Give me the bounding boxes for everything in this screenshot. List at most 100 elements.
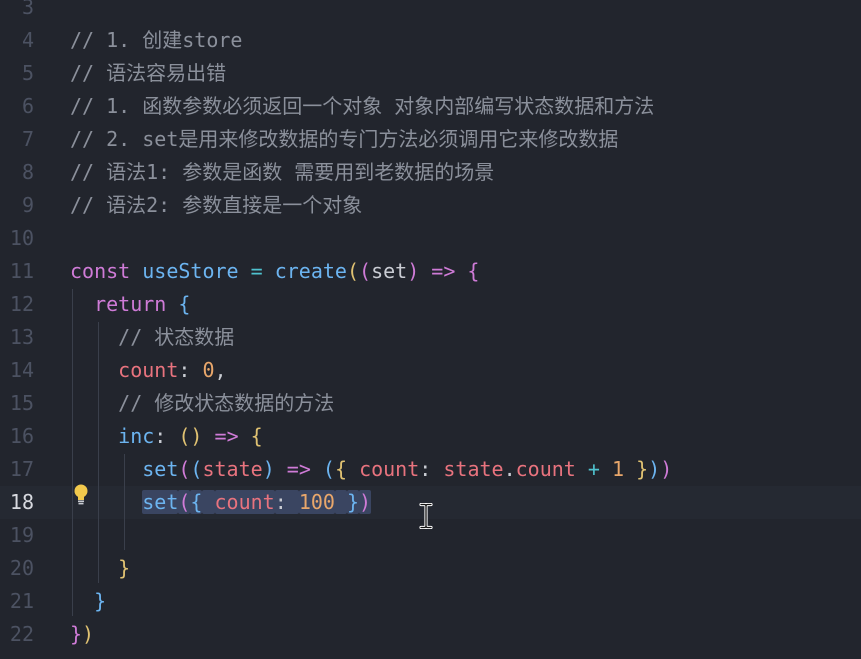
code-text[interactable]: // 语法1: 参数是函数 需要用到老数据的场景 [70,156,494,189]
code-line[interactable]: 7 // 2. set是用来修改数据的专门方法必须调用它来修改数据 [0,123,861,156]
indent-guide [72,289,73,616]
text-cursor-icon [419,503,433,529]
code-token: } [118,556,131,580]
code-token: ( [178,457,191,481]
code-token: } [347,490,360,514]
code-token: : [154,424,179,448]
code-line[interactable]: 16 inc: () => { [0,420,861,453]
line-number: 21 [9,589,34,613]
code-text[interactable]: // 修改状态数据的方法 [70,387,334,420]
code-text[interactable]: }) [70,618,94,651]
code-text[interactable]: // 1. 创建store [70,24,242,57]
code-text[interactable]: const useStore = create((set) => { [70,255,479,288]
code-line[interactable]: 11 const useStore = create((set) => { [0,255,861,288]
line-number: 5 [21,61,34,85]
code-text[interactable]: } [70,585,106,618]
code-token: 100 [298,490,335,514]
code-text[interactable]: return { [70,288,190,321]
lightbulb-icon[interactable] [73,484,89,506]
code-token: count [214,490,275,514]
line-number: 9 [21,193,34,217]
code-token: : [419,457,444,481]
code-token: 0 [202,358,215,382]
code-text[interactable]: // 语法2: 参数直接是一个对象 [70,189,362,222]
code-line[interactable]: 17 set((state) => ({ count: state.count … [0,453,861,486]
line-number: 11 [9,259,34,283]
code-line[interactable]: 8 // 语法1: 参数是函数 需要用到老数据的场景 [0,156,861,189]
code-text[interactable]: // 状态数据 [70,321,234,354]
code-line[interactable]: 6 // 1. 函数参数必须返回一个对象 对象内部编写状态数据和方法 [0,90,861,123]
code-text[interactable]: count: 0, [70,354,226,387]
code-token: create [274,259,347,283]
code-token: { [178,292,191,316]
code-line[interactable]: 21 } [0,585,861,618]
code-line[interactable]: 20 } [0,552,861,585]
code-token: // 状态数据 [118,325,235,349]
code-token: ) [359,490,372,514]
code-token: ) [660,457,673,481]
line-number: 3 [21,0,34,19]
code-token: // 1. 创建store [70,28,243,52]
code-token: : [178,358,203,382]
code-line[interactable]: 9 // 语法2: 参数直接是一个对象 [0,189,861,222]
code-text[interactable]: // 语法容易出错 [70,57,226,90]
line-number: 20 [9,556,34,580]
code-token: ( [359,259,372,283]
code-token [334,490,347,514]
line-number: 8 [21,160,34,184]
code-token: => [214,424,239,448]
code-token: // 1. 函数参数必须返回一个对象 对象内部编写状态数据和方法 [70,94,655,118]
code-token [202,490,215,514]
code-line[interactable]: 12 return { [0,288,861,321]
code-token: state [443,457,504,481]
code-line[interactable]: 13 // 状态数据 [0,321,861,354]
code-token: ( [190,457,203,481]
code-line[interactable]: 10 [0,222,861,255]
indent-guide [124,454,125,550]
code-text[interactable]: // 1. 函数参数必须返回一个对象 对象内部编写状态数据和方法 [70,90,654,123]
indent-guide [98,322,99,583]
code-text[interactable]: set({ count: 100 }) [70,486,372,519]
code-token: 1 [612,457,625,481]
code-token: ( [322,457,335,481]
code-line[interactable]: 14 count: 0, [0,354,861,387]
code-token: ) [82,622,95,646]
code-text[interactable]: } [70,552,130,585]
code-token: { [334,457,348,481]
code-text[interactable]: set((state) => ({ count: state.count + 1… [70,453,672,486]
line-number: 22 [9,622,34,646]
code-line[interactable]: 3 [0,0,861,24]
code-token: { [190,490,203,514]
code-line[interactable]: 5 // 语法容易出错 [0,57,861,90]
line-number: 13 [9,325,34,349]
line-number: 10 [9,226,34,250]
code-line[interactable]: 15 // 修改状态数据的方法 [0,387,861,420]
code-text[interactable]: // 2. set是用来修改数据的专门方法必须调用它来修改数据 [70,123,618,156]
code-token: // 2. set是用来修改数据的专门方法必须调用它来修改数据 [70,127,619,151]
line-number: 4 [21,28,34,52]
code-token: set [371,259,408,283]
code-token: => [431,259,456,283]
code-token: return [94,292,167,316]
code-line[interactable]: 22}) [0,618,861,651]
code-token: // 语法2: 参数直接是一个对象 [70,193,363,217]
code-token: ) [262,457,275,481]
code-token: state [202,457,263,481]
code-line[interactable]: 4 // 1. 创建store [0,24,861,57]
code-token: { [467,259,480,283]
code-editor[interactable]: 22}) 21 } 20 } 19 18 set({ count: 100 }) 17 s… [0,0,861,659]
